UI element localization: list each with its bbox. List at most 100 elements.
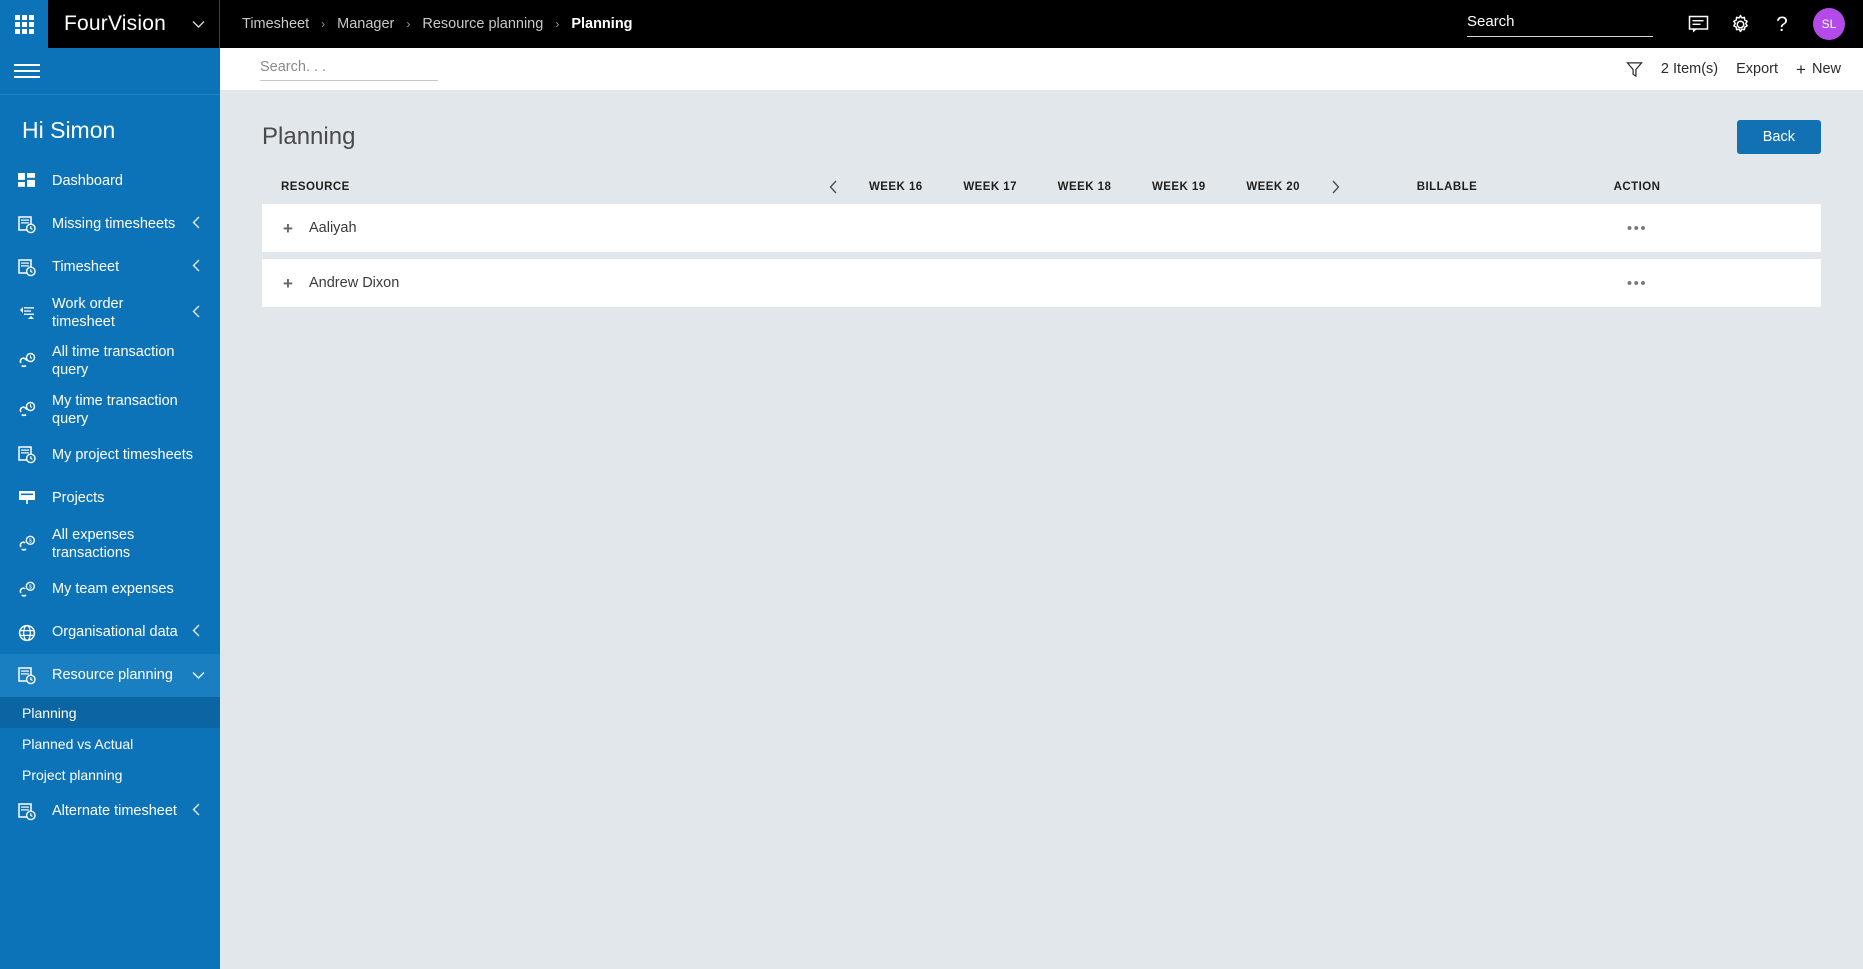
chevron-left-icon [192,216,206,233]
sidebar-item-label: All expenses transactions [52,526,135,561]
expand-row-icon[interactable]: + [281,220,295,237]
sidebar-item-my-time-transaction-query[interactable]: My time transaction query [0,386,220,434]
breadcrumb-separator: › [321,17,326,31]
sidebar-item-label: Alternate timesheet [52,803,177,820]
settings-gear-icon[interactable] [1719,0,1761,48]
breadcrumb-item-manager[interactable]: Manager [337,16,394,32]
timesheet-clock-icon [18,802,40,822]
sidebar-subitem-label: Planned vs Actual [22,735,134,752]
timesheet-clock-icon [18,445,40,465]
feedback-chat-icon[interactable] [1677,0,1719,48]
resource-name: Andrew Dixon [309,275,400,291]
breadcrumb-separator: › [406,17,411,31]
table-row[interactable]: + Aaliyah ••• [262,204,1821,252]
sidebar-item-projects[interactable]: Projects [0,477,220,520]
sidebar-subitem-planned-vs-actual[interactable]: Planned vs Actual [0,728,220,759]
list-search-input[interactable] [260,57,438,81]
column-header-week-16: WEEK 16 [869,181,923,193]
global-search[interactable] [1467,11,1653,37]
svg-text:$: $ [29,584,32,590]
brand-menu[interactable]: FourVision [48,0,220,48]
sidebar-item-label: Organisational data [52,624,178,641]
sidebar-item-label: Work order timesheet [52,296,124,331]
cell-resource: + Aaliyah [262,220,822,237]
sidebar-item-all-expenses-transactions[interactable]: $ All expenses transactions [0,520,220,568]
timesheet-clock-icon [18,258,40,278]
sidebar-toggle-button[interactable] [0,48,220,95]
sidebar-subitem-label: Project planning [22,766,123,783]
top-bar-actions: ? SL [1467,0,1863,48]
new-button[interactable]: + New [1796,61,1841,78]
sidebar-subitem-label: Planning [22,704,77,721]
page-header: Planning Back [220,90,1863,162]
globe-icon [18,623,40,643]
waffle-grid-icon [14,14,34,34]
avatar[interactable]: SL [1813,8,1845,40]
breadcrumb-item-planning: Planning [571,16,633,32]
sidebar-item-label: Resource planning [52,667,173,684]
column-header-week-18: WEEK 18 [1057,181,1112,193]
timesheet-clock-icon [18,215,40,235]
list-search[interactable] [260,57,438,81]
expenses-coin-icon: $ [18,580,40,600]
hamburger-menu-icon [14,60,40,82]
week-next-button[interactable] [1325,180,1347,194]
sidebar-item-label: Dashboard [52,173,123,190]
export-label: Export [1736,61,1779,77]
plus-icon: + [1796,59,1806,79]
app-launcher-button[interactable] [0,0,48,48]
sidebar-item-work-order-timesheet[interactable]: Work order timesheet [0,289,220,337]
column-header-week-17: WEEK 17 [963,181,1017,193]
sidebar-item-my-project-timesheets[interactable]: My project timesheets [0,434,220,477]
timesheet-clock-icon [18,666,40,686]
sidebar-item-my-team-expenses[interactable]: $ My team expenses [0,568,220,611]
week-prev-button[interactable] [822,180,844,194]
link-clock-icon [18,351,40,371]
breadcrumb-separator: › [555,17,560,31]
column-header-billable: BILLABLE [1416,181,1478,193]
sidebar-item-label: My project timesheets [52,447,194,464]
top-bar: FourVision Timesheet › Manager › Resourc… [0,0,1863,48]
row-actions-menu-icon[interactable]: ••• [1547,220,1727,237]
help-question-icon[interactable]: ? [1761,0,1803,48]
sidebar-item-resource-planning[interactable]: Resource planning [0,654,220,697]
sidebar-item-label: My time transaction query [52,392,178,427]
sidebar-subitem-project-planning[interactable]: Project planning [0,759,220,790]
page-title: Planning [262,123,356,150]
sidebar-item-label: Projects [52,490,105,507]
chevron-down-icon [192,668,206,684]
breadcrumb-item-resource-planning[interactable]: Resource planning [422,16,543,32]
sidebar-item-organisational-data[interactable]: Organisational data [0,611,220,654]
row-actions-menu-icon[interactable]: ••• [1547,275,1727,292]
table-row[interactable]: + Andrew Dixon ••• [262,259,1821,307]
cell-resource: + Andrew Dixon [262,275,822,292]
grid-header-row: RESOURCE WEEK 16 WEEK 17 WEEK 18 WEEK 19… [262,170,1821,204]
column-header-week-19: WEEK 19 [1151,181,1206,193]
new-label: New [1811,61,1841,77]
sidebar: Hi Simon Dashboard Missing timesheets Ti… [0,48,220,969]
sidebar-item-missing-timesheets[interactable]: Missing timesheets [0,203,220,246]
sidebar-item-all-time-transaction-query[interactable]: All time transaction query [0,337,220,385]
sidebar-item-alternate-timesheet[interactable]: Alternate timesheet [0,790,220,833]
sidebar-greeting: Hi Simon [22,117,116,143]
sidebar-subitem-planning[interactable]: Planning [0,697,220,728]
svg-text:$: $ [29,538,32,544]
breadcrumb-item-timesheet[interactable]: Timesheet [242,16,309,32]
main-content: 2 Item(s) Export + New Planning Back RES… [220,48,1863,969]
filter-funnel-icon[interactable] [1626,61,1643,78]
chevron-left-icon [192,803,206,820]
sidebar-item-timesheet[interactable]: Timesheet [0,246,220,289]
work-order-icon [18,303,40,323]
expand-row-icon[interactable]: + [281,275,295,292]
back-button[interactable]: Back [1736,120,1821,154]
column-header-resource: RESOURCE [281,181,350,193]
planning-grid: RESOURCE WEEK 16 WEEK 17 WEEK 18 WEEK 19… [220,162,1863,307]
global-search-input[interactable] [1467,11,1653,37]
chevron-left-icon [192,305,206,322]
column-header-week-20: WEEK 20 [1246,181,1300,193]
export-button[interactable]: Export [1736,61,1778,77]
sidebar-item-label: Missing timesheets [52,216,176,233]
column-header-action: ACTION [1613,181,1661,193]
sidebar-item-dashboard[interactable]: Dashboard [0,160,220,203]
link-clock-icon [18,400,40,420]
